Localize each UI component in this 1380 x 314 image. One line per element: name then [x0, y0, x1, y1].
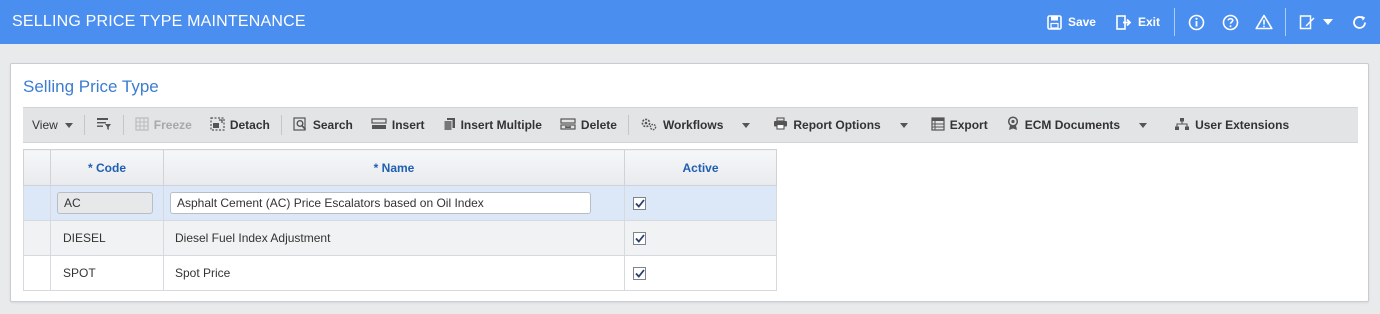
search-icon — [293, 116, 308, 134]
view-label: View — [32, 118, 58, 132]
info-icon[interactable] — [1179, 0, 1213, 44]
detach-icon — [210, 116, 225, 134]
active-checkbox[interactable] — [633, 266, 646, 280]
panel-title: Selling Price Type — [23, 77, 159, 96]
chevron-down-icon — [742, 122, 751, 128]
toolbar-divider — [122, 115, 124, 135]
exit-button[interactable]: Exit — [1106, 0, 1170, 44]
grid-header-row: * Code * Name Active — [23, 149, 777, 186]
exit-icon — [1116, 14, 1132, 30]
active-checkbox[interactable] — [633, 231, 646, 245]
filter-icon — [96, 117, 112, 134]
name-column-header[interactable]: * Name — [163, 149, 625, 186]
chevron-down-icon — [899, 122, 908, 128]
export-label: Export — [949, 118, 988, 132]
report-options-dropdown[interactable] — [890, 107, 916, 143]
active-checkbox[interactable] — [633, 196, 646, 210]
export-button[interactable]: Export — [922, 107, 997, 143]
search-button[interactable]: Search — [284, 107, 362, 143]
code-column-header[interactable]: * Code — [50, 149, 164, 186]
search-label: Search — [312, 118, 353, 132]
insert-multiple-label: Insert Multiple — [460, 118, 542, 132]
name-cell[interactable]: Asphalt Cement (AC) Price Escalators bas… — [163, 185, 625, 221]
refresh-icon[interactable] — [1342, 0, 1376, 44]
name-input[interactable]: Asphalt Cement (AC) Price Escalators bas… — [170, 192, 591, 214]
freeze-label: Freeze — [153, 118, 192, 132]
printer-icon — [773, 117, 788, 133]
header-divider — [1174, 8, 1175, 36]
export-icon — [931, 116, 945, 134]
workflows-dropdown[interactable] — [732, 107, 758, 143]
detach-label: Detach — [229, 118, 270, 132]
edit-menu-icon[interactable] — [1290, 0, 1342, 44]
insert-multiple-button[interactable]: Insert Multiple — [434, 107, 551, 143]
save-label: Save — [1067, 15, 1096, 29]
row-selector[interactable] — [23, 255, 51, 291]
view-menu[interactable]: View — [23, 107, 82, 143]
header-divider — [1285, 8, 1286, 36]
table-row[interactable]: SPOT Spot Price — [23, 255, 777, 291]
toolbar-divider — [83, 115, 85, 135]
chevron-down-icon — [1139, 122, 1148, 128]
insert-multiple-icon — [443, 117, 456, 134]
header-actions: Save Exit — [1037, 0, 1380, 44]
report-options-label: Report Options — [793, 118, 881, 132]
exit-label: Exit — [1137, 15, 1160, 29]
active-cell — [624, 220, 777, 256]
name-cell[interactable]: Diesel Fuel Index Adjustment — [163, 220, 625, 256]
workflows-icon — [640, 117, 658, 134]
code-field: AC — [57, 192, 153, 214]
filter-button[interactable] — [87, 107, 121, 143]
code-cell: AC — [50, 185, 164, 221]
workflows-button[interactable]: Workflows — [631, 107, 732, 143]
code-cell[interactable]: SPOT — [50, 255, 164, 291]
delete-icon — [560, 117, 576, 133]
insert-icon — [371, 117, 387, 133]
toolbar-divider — [280, 115, 282, 135]
insert-label: Insert — [391, 118, 425, 132]
selling-price-type-grid: * Code * Name Active AC Asphalt Cement (… — [23, 149, 777, 291]
workflows-label: Workflows — [662, 118, 724, 132]
active-cell — [624, 255, 777, 291]
freeze-icon — [135, 116, 149, 134]
name-cell[interactable]: Spot Price — [163, 255, 625, 291]
chevron-down-icon — [64, 122, 73, 128]
user-extensions-label: User Extensions — [1195, 118, 1290, 132]
user-extensions-button[interactable]: User Extensions — [1165, 107, 1298, 143]
active-cell — [624, 185, 777, 221]
chevron-down-icon — [1323, 19, 1333, 25]
row-selector[interactable] — [23, 185, 51, 221]
row-selector-header — [23, 149, 51, 186]
ecm-documents-icon — [1006, 116, 1020, 134]
help-icon[interactable] — [1213, 0, 1247, 44]
checkmark-icon — [634, 198, 645, 208]
app-window: SELLING PRICE TYPE MAINTENANCE Save Exit — [0, 0, 1380, 314]
checkmark-icon — [634, 233, 645, 243]
active-column-header[interactable]: Active — [624, 149, 777, 186]
page-title: SELLING PRICE TYPE MAINTENANCE — [12, 13, 306, 30]
insert-button[interactable]: Insert — [362, 107, 434, 143]
content-panel: Selling Price Type View Freeze Detach Se… — [10, 63, 1369, 302]
toolbar-divider — [627, 115, 629, 135]
warning-icon[interactable] — [1247, 0, 1281, 44]
report-options-button[interactable]: Report Options — [764, 107, 889, 143]
detach-button[interactable]: Detach — [201, 107, 279, 143]
title-bar: SELLING PRICE TYPE MAINTENANCE Save Exit — [0, 0, 1380, 44]
save-icon — [1047, 14, 1062, 30]
user-extensions-icon — [1174, 117, 1190, 134]
code-cell[interactable]: DIESEL — [50, 220, 164, 256]
ecm-documents-dropdown[interactable] — [1129, 107, 1155, 143]
grid-toolbar: View Freeze Detach Search Insert Insert … — [23, 107, 1358, 143]
delete-button[interactable]: Delete — [551, 107, 626, 143]
freeze-button[interactable]: Freeze — [126, 107, 201, 143]
table-row[interactable]: AC Asphalt Cement (AC) Price Escalators … — [23, 185, 777, 221]
ecm-documents-button[interactable]: ECM Documents — [997, 107, 1129, 143]
save-button[interactable]: Save — [1037, 0, 1106, 44]
table-row[interactable]: DIESEL Diesel Fuel Index Adjustment — [23, 220, 777, 256]
delete-label: Delete — [580, 118, 617, 132]
checkmark-icon — [634, 268, 645, 278]
ecm-documents-label: ECM Documents — [1024, 118, 1121, 132]
row-selector[interactable] — [23, 220, 51, 256]
